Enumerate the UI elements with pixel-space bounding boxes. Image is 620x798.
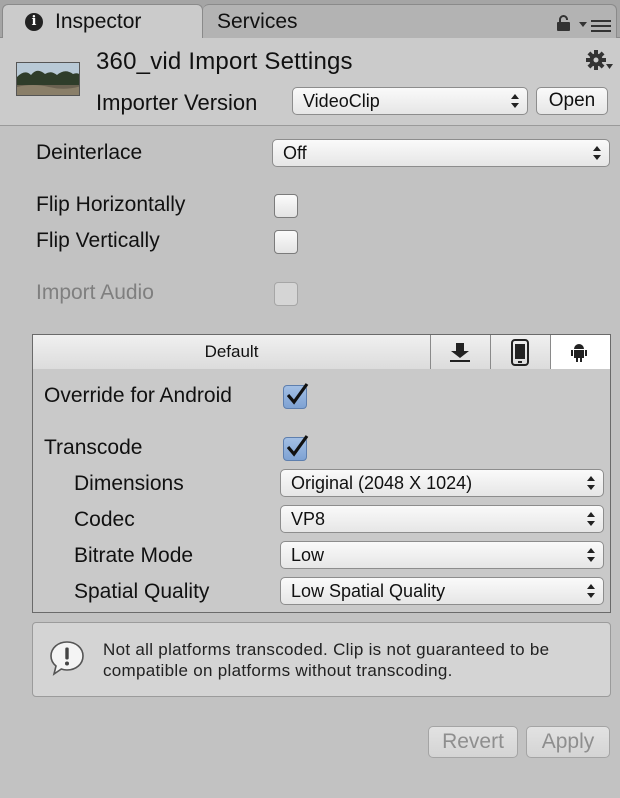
spatial-quality-dropdown[interactable]: Low Spatial Quality [280, 577, 604, 605]
dimensions-dropdown[interactable]: Original (2048 X 1024) [280, 469, 604, 497]
window-tab-bar: i Inspector Services [0, 0, 620, 38]
tab-android[interactable] [551, 335, 610, 369]
download-icon [450, 343, 470, 362]
tab-inspector-label: Inspector [55, 10, 142, 33]
dimensions-value: Original (2048 X 1024) [291, 473, 473, 493]
dimensions-label: Dimensions [74, 472, 184, 495]
deinterlace-label: Deinterlace [36, 141, 143, 164]
video-thumbnail [16, 62, 80, 96]
import-audio-checkbox [274, 282, 298, 306]
dropdown-arrows-icon [587, 512, 595, 526]
bitrate-mode-label: Bitrate Mode [74, 544, 194, 567]
flip-vertically-checkbox[interactable] [274, 230, 298, 254]
platform-settings-panel: Default Override for Android Transcode D… [32, 334, 611, 613]
spatial-quality-label: Spatial Quality [74, 580, 210, 603]
mobile-phone-icon [511, 339, 529, 366]
platform-tabs: Default [33, 335, 610, 369]
tab-ios[interactable] [491, 335, 551, 369]
warning-speech-icon [50, 641, 84, 676]
warning-message: Not all platforms transcoded. Clip is no… [103, 640, 550, 680]
gear-icon[interactable] [586, 50, 614, 72]
tab-default-label: Default [204, 342, 259, 361]
tab-services-label: Services [217, 10, 298, 33]
dropdown-arrows-icon [587, 584, 595, 598]
codec-label: Codec [74, 508, 135, 531]
override-android-checkbox[interactable] [283, 383, 309, 409]
flip-horizontally-label: Flip Horizontally [36, 193, 186, 216]
codec-dropdown[interactable]: VP8 [280, 505, 604, 533]
tab-services[interactable]: Services [203, 4, 617, 38]
info-icon: i [25, 13, 43, 31]
page-title: 360_vid Import Settings [96, 48, 353, 75]
context-menu-icon[interactable] [579, 18, 611, 32]
transcode-label: Transcode [44, 436, 143, 459]
dropdown-arrows-icon [587, 476, 595, 490]
import-audio-label: Import Audio [36, 281, 154, 304]
flip-vertically-label: Flip Vertically [36, 229, 160, 252]
importer-version-value: VideoClip [303, 91, 380, 111]
inspector-header: 360_vid Import Settings Importer Version… [0, 38, 620, 126]
transcode-checkbox[interactable] [283, 435, 309, 461]
android-icon [571, 344, 587, 362]
override-android-label: Override for Android [44, 384, 232, 407]
open-button[interactable]: Open [536, 87, 608, 115]
tab-default[interactable]: Default [33, 335, 431, 369]
spatial-quality-value: Low Spatial Quality [291, 581, 446, 601]
checkmark-icon [287, 435, 309, 457]
dropdown-arrows-icon [587, 548, 595, 562]
revert-button[interactable]: Revert [428, 726, 518, 758]
transcode-warning-box: Not all platforms transcoded. Clip is no… [32, 622, 611, 697]
flip-horizontally-checkbox[interactable] [274, 194, 298, 218]
checkmark-icon [287, 383, 309, 405]
dropdown-arrows-icon [593, 146, 601, 160]
lock-icon[interactable] [556, 15, 571, 31]
deinterlace-dropdown[interactable]: Off [272, 139, 610, 167]
dropdown-arrows-icon [511, 94, 519, 108]
deinterlace-value: Off [283, 143, 307, 163]
importer-version-label: Importer Version [96, 90, 258, 115]
tab-inspector[interactable]: i Inspector [2, 4, 203, 38]
importer-version-dropdown[interactable]: VideoClip [292, 87, 528, 115]
bitrate-mode-value: Low [291, 545, 325, 565]
bitrate-mode-dropdown[interactable]: Low [280, 541, 604, 569]
apply-button[interactable]: Apply [526, 726, 610, 758]
codec-value: VP8 [291, 509, 326, 529]
tab-standalone[interactable] [431, 335, 491, 369]
